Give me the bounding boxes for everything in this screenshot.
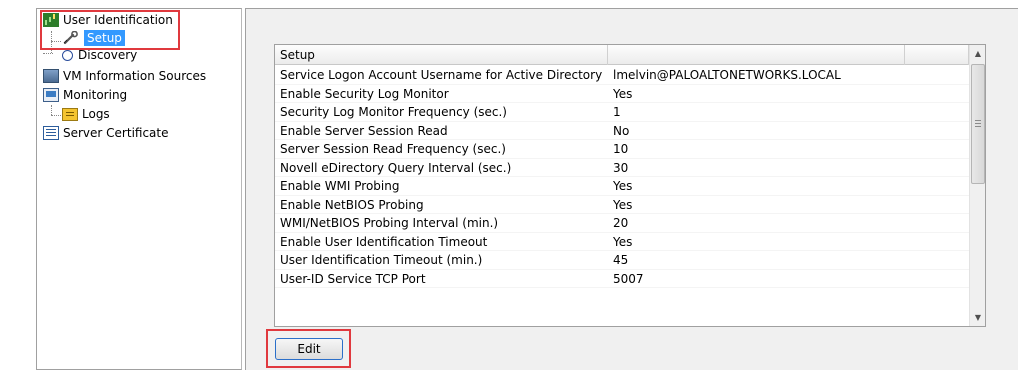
setting-value: lmelvin@PALOALTONETWORKS.LOCAL	[613, 68, 841, 82]
table-row[interactable]: User Identification Timeout (min.) 45	[275, 251, 969, 270]
table-row[interactable]: Enable Server Session Read No	[275, 122, 969, 140]
grid-header: Setup	[275, 45, 969, 65]
setting-value: Yes	[613, 234, 633, 249]
tree-item-label: VM Information Sources	[63, 69, 207, 83]
navigation-tree: User Identification Setup Discovery VM I…	[36, 8, 242, 370]
column-header-setup[interactable]: Setup	[275, 45, 608, 65]
setting-name: Enable Server Session Read	[280, 123, 448, 138]
setting-value: No	[613, 123, 630, 138]
setting-name: Enable WMI Probing	[280, 179, 400, 193]
setting-value: Yes	[613, 197, 633, 212]
setting-value: Yes	[613, 86, 633, 101]
table-row[interactable]: Novell eDirectory Query Interval (sec.) 3…	[275, 159, 969, 177]
column-header-extra[interactable]	[905, 45, 969, 65]
setting-value: 10	[613, 142, 629, 156]
setting-name: Service Logon Account Username for Activ…	[280, 68, 603, 82]
tree-item-logs[interactable]: Logs	[62, 105, 110, 123]
table-row[interactable]: Enable Security Log Monitor Yes	[275, 85, 969, 103]
setting-value: 1	[613, 105, 621, 119]
setting-name: WMI/NetBIOS Probing Interval (min.)	[280, 216, 499, 230]
discovery-icon	[62, 49, 73, 61]
setting-value: 30	[613, 160, 629, 175]
setting-name: Novell eDirectory Query Interval (sec.)	[280, 160, 512, 175]
column-header-value[interactable]	[608, 45, 905, 65]
tree-item-label: Discovery	[78, 48, 138, 62]
tree-connector	[43, 53, 53, 54]
table-row[interactable]: Security Log Monitor Frequency (sec.) 1	[275, 103, 969, 122]
tree-item-label: Server Certificate	[63, 126, 169, 140]
table-row[interactable]: Enable NetBIOS Probing Yes	[275, 196, 969, 214]
setting-value: Yes	[613, 179, 633, 193]
table-row[interactable]: Service Logon Account Username for Activ…	[275, 66, 969, 85]
table-row[interactable]: User-ID Service TCP Port 5007	[275, 270, 969, 288]
tree-connector	[51, 115, 61, 116]
vertical-scrollbar[interactable]: ▲ ▼	[969, 45, 985, 326]
setting-name: Enable Security Log Monitor	[280, 86, 449, 101]
tree-connector	[51, 105, 52, 115]
grid-body: Service Logon Account Username for Activ…	[275, 66, 969, 288]
table-row[interactable]: Enable User Identification Timeout Yes	[275, 233, 969, 251]
monitor-icon	[43, 88, 59, 102]
table-row[interactable]: Enable WMI Probing Yes	[275, 177, 969, 196]
table-row[interactable]: Server Session Read Frequency (sec.) 10	[275, 140, 969, 159]
scroll-up-arrow-icon[interactable]: ▲	[970, 45, 986, 62]
scrollbar-thumb[interactable]	[971, 64, 985, 184]
setting-value: 20	[613, 216, 629, 230]
setting-value: 45	[613, 253, 629, 267]
logs-icon	[62, 107, 78, 121]
setting-value: 5007	[613, 271, 644, 286]
setting-name: User Identification Timeout (min.)	[280, 253, 483, 267]
tree-item-label: Monitoring	[63, 88, 128, 102]
tree-item-server-certificate[interactable]: Server Certificate	[43, 124, 169, 142]
vm-icon	[43, 69, 59, 83]
highlight-box-setup	[40, 10, 180, 50]
setting-name: Security Log Monitor Frequency (sec.)	[280, 105, 507, 119]
setting-name: Enable User Identification Timeout	[280, 234, 488, 249]
certificate-icon	[43, 126, 59, 140]
setup-property-grid: Setup Service Logon Account Username for…	[274, 44, 986, 327]
table-row[interactable]: WMI/NetBIOS Probing Interval (min.) 20	[275, 214, 969, 233]
tree-item-label: Logs	[82, 107, 110, 121]
setting-name: User-ID Service TCP Port	[280, 271, 426, 286]
content-pane: Setup Service Logon Account Username for…	[245, 8, 1018, 370]
scroll-down-arrow-icon[interactable]: ▼	[970, 309, 986, 326]
setting-name: Server Session Read Frequency (sec.)	[280, 142, 506, 156]
tree-item-monitoring[interactable]: Monitoring	[43, 86, 127, 104]
tree-item-vm-information-sources[interactable]: VM Information Sources	[43, 67, 206, 85]
highlight-box-edit	[266, 329, 351, 368]
setting-name: Enable NetBIOS Probing	[280, 197, 424, 212]
